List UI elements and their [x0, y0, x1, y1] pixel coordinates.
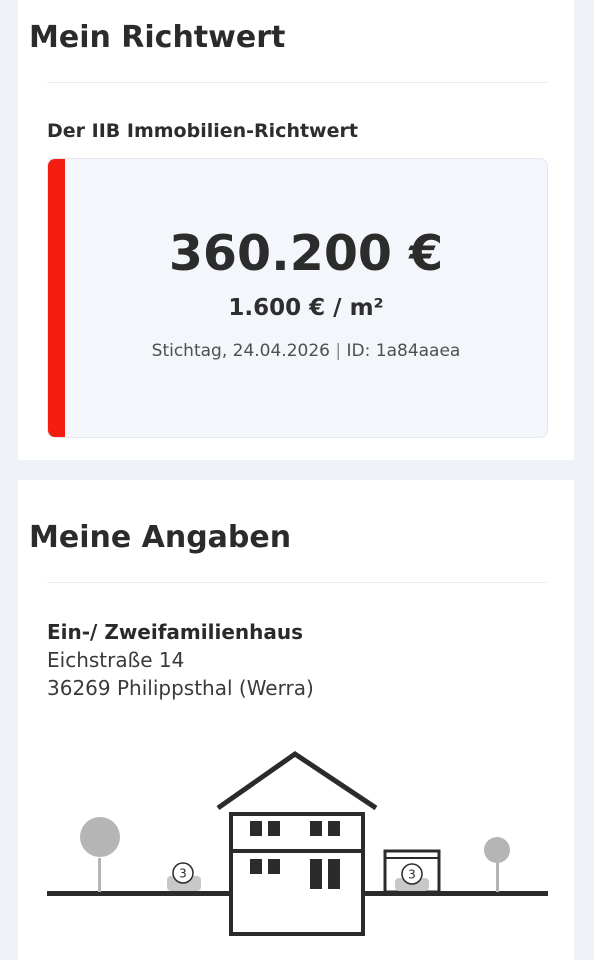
richtwert-meta: Stichtag, 24.04.2026 | ID: 1a84aaea	[65, 341, 547, 361]
richtwert-title: Mein Richtwert	[29, 20, 286, 55]
garage-icon: 3	[383, 849, 441, 894]
meta-separator: |	[335, 341, 342, 361]
address-city: 36269 Philippsthal (Werra)	[47, 676, 314, 700]
address-street: Eichstraße 14	[47, 648, 185, 672]
richtwert-divider	[47, 82, 547, 83]
richtwert-value-box: 360.200 € 1.600 € / m² Stichtag, 24.04.2…	[47, 158, 548, 438]
id-text: ID: 1a84aaea	[346, 341, 461, 361]
tree-icon	[484, 837, 510, 892]
car-count: 3	[179, 867, 187, 881]
garage-count: 3	[408, 868, 416, 882]
accent-bar	[48, 159, 65, 437]
richtwert-subtitle: Der IIB Immobilien-Richtwert	[47, 120, 358, 142]
price-value: 360.200 €	[168, 225, 444, 282]
tree-icon	[80, 817, 120, 892]
car-icon: 3	[167, 862, 201, 891]
angaben-divider	[47, 582, 547, 583]
stichtag-text: Stichtag, 24.04.2026	[151, 341, 330, 361]
house-icon	[216, 750, 378, 936]
angaben-title: Meine Angaben	[29, 520, 292, 555]
price-per-m2: 1.600 € / m²	[228, 295, 384, 321]
property-illustration: 3 3	[47, 750, 548, 936]
property-type: Ein-/ Zweifamilienhaus	[47, 620, 304, 644]
